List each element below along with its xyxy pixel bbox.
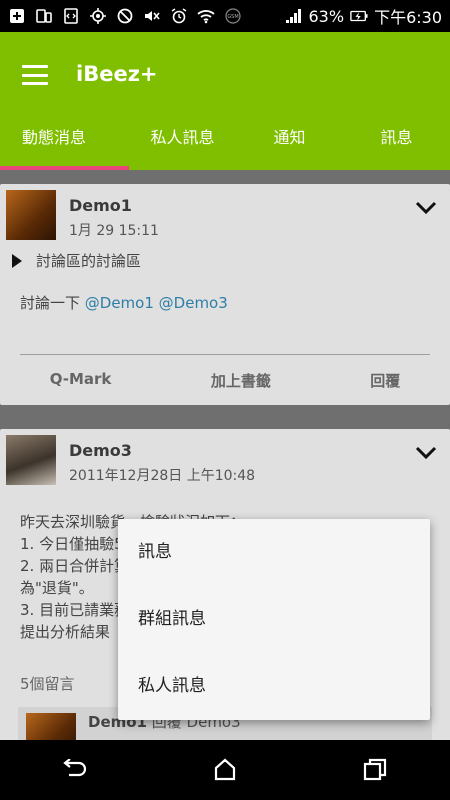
gsm-label: GSM bbox=[227, 14, 238, 20]
code-file-icon bbox=[62, 8, 80, 24]
reply-button[interactable]: 回覆 bbox=[370, 370, 400, 391]
status-icons: GSM bbox=[8, 8, 242, 24]
chevron-down-icon[interactable] bbox=[414, 196, 438, 220]
block-icon bbox=[116, 8, 134, 24]
menu-item-private-message[interactable]: 私人訊息 bbox=[118, 653, 430, 720]
avatar[interactable] bbox=[6, 190, 56, 240]
post-author[interactable]: Demo3 bbox=[69, 441, 132, 460]
tab-messages[interactable]: 訊息 bbox=[343, 124, 450, 170]
post-mentions[interactable]: @Demo1 @Demo3 bbox=[85, 294, 228, 312]
avatar bbox=[26, 713, 76, 740]
add-box-icon bbox=[8, 8, 26, 24]
post-author[interactable]: Demo1 bbox=[69, 196, 132, 215]
menu-item-group-message[interactable]: 群組訊息 bbox=[118, 586, 430, 653]
status-right: 63% 下午6:30 bbox=[285, 4, 442, 28]
status-bar: GSM 63% 下午6:30 bbox=[0, 0, 450, 32]
tab-private-messages[interactable]: 私人訊息 bbox=[129, 124, 236, 170]
post-actions: Q-Mark 加上書籤 回覆 bbox=[0, 370, 450, 391]
post-body: 討論一下 @Demo1 @Demo3 bbox=[20, 292, 228, 314]
menu-item-message[interactable]: 訊息 bbox=[118, 519, 430, 586]
chevron-down-icon[interactable] bbox=[414, 441, 438, 465]
battery-charging-icon bbox=[350, 8, 368, 24]
compose-popup-menu: 訊息 群組訊息 私人訊息 bbox=[118, 519, 430, 720]
post-subject: 討論區的討論區 bbox=[36, 252, 142, 270]
post-date: 2011年12月28日 上午10:48 bbox=[69, 468, 256, 484]
tab-notifications[interactable]: 通知 bbox=[236, 124, 343, 170]
post-date: 1月 29 15:11 bbox=[69, 223, 159, 239]
clock: 下午6:30 bbox=[374, 8, 442, 27]
expand-triangle-icon bbox=[12, 253, 22, 268]
alarm-icon bbox=[170, 8, 188, 24]
post-card: Demo1 1月 29 15:11 討論區的討論區 討論一下 @Demo1 @D… bbox=[0, 184, 450, 405]
divider bbox=[20, 354, 430, 355]
qmark-button[interactable]: Q-Mark bbox=[50, 370, 112, 391]
recent-apps-icon[interactable] bbox=[355, 750, 395, 790]
comments-count[interactable]: 5個留言 bbox=[20, 673, 75, 694]
wifi-icon bbox=[197, 8, 215, 24]
bookmark-button[interactable]: 加上書籤 bbox=[211, 370, 271, 391]
tab-news-feed[interactable]: 動態消息 bbox=[0, 124, 129, 170]
signal-icon bbox=[285, 8, 303, 24]
phone-tablet-icon bbox=[35, 8, 53, 24]
app-title: iBeez+ bbox=[76, 62, 158, 86]
hamburger-menu-icon[interactable] bbox=[22, 65, 48, 85]
avatar[interactable] bbox=[6, 435, 56, 485]
gsm-icon: GSM bbox=[224, 8, 242, 24]
navigation-bar bbox=[0, 740, 450, 800]
app-bar: iBeez+ 動態消息 私人訊息 通知 訊息 bbox=[0, 32, 450, 170]
battery-percent: 63% bbox=[308, 6, 345, 26]
post-body-text: 討論一下 bbox=[20, 294, 85, 312]
home-icon[interactable] bbox=[205, 750, 245, 790]
post-subject-row[interactable]: 討論區的討論區 bbox=[12, 250, 141, 271]
tab-bar: 動態消息 私人訊息 通知 訊息 bbox=[0, 124, 450, 170]
back-icon[interactable] bbox=[55, 750, 95, 790]
gps-icon bbox=[89, 8, 107, 24]
mute-icon bbox=[143, 8, 161, 24]
